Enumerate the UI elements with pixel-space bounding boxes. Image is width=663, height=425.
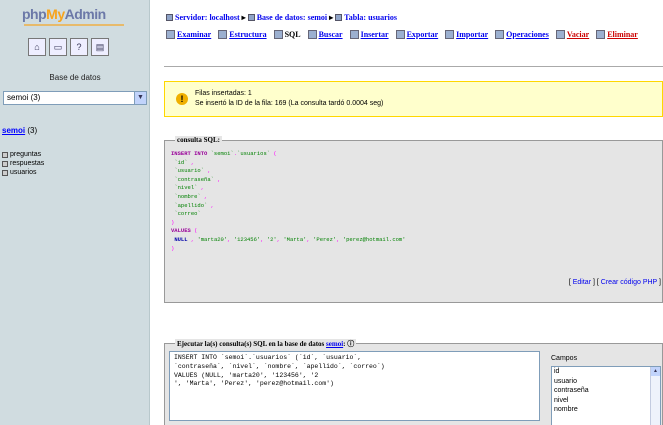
list-item[interactable]: nivel	[552, 396, 660, 406]
operations-icon	[495, 30, 505, 39]
help-icon[interactable]: ⓘ	[347, 340, 354, 348]
breadcrumb: Servidor: localhost ▸ Base de datos: sem…	[166, 13, 397, 22]
home-icon[interactable]: ⌂	[28, 38, 46, 56]
insert-icon	[349, 30, 359, 39]
breadcrumb-database[interactable]: Base de datos: semoi	[257, 13, 327, 22]
sidebar-item-label[interactable]: respuestas	[10, 159, 44, 168]
fields-scrollbar[interactable]: ▲	[650, 367, 660, 425]
breadcrumb-table[interactable]: Tabla: usuarios	[344, 13, 397, 22]
tab-buscar[interactable]: Buscar	[307, 30, 343, 39]
sidebar-item-respuestas[interactable]: respuestas	[2, 159, 44, 168]
scroll-up-icon[interactable]: ▲	[651, 367, 660, 376]
sql-box-legend: consulta SQL:	[175, 136, 222, 144]
edit-query-link[interactable]: Editar	[573, 279, 591, 286]
query-window-icon[interactable]: ▭	[49, 38, 67, 56]
sql-query-textarea[interactable]: INSERT INTO `semoi`.`usuarios` (`id`, `u…	[169, 351, 540, 421]
table-icon[interactable]	[2, 160, 8, 167]
tab-label: Buscar	[318, 30, 343, 39]
sql-action-links: [ Editar ] [ Crear código PHP ]	[568, 279, 661, 286]
table-icon[interactable]	[2, 169, 8, 176]
database-icon	[247, 14, 255, 21]
execute-sql-box: Ejecutar la(s) consulta(s) SQL en la bas…	[164, 339, 663, 425]
drop-icon	[596, 30, 606, 39]
tab-label: Eliminar	[607, 30, 638, 39]
info-icon: !	[176, 93, 188, 105]
breadcrumb-server[interactable]: Servidor: localhost	[175, 13, 240, 22]
browse-icon	[166, 30, 175, 39]
chevron-down-icon[interactable]: ▼	[134, 92, 146, 104]
tab-examinar[interactable]: Examinar	[166, 30, 211, 39]
database-name[interactable]: semoi (3)	[2, 126, 37, 135]
sql-query-box: consulta SQL: INSERT INTO `semoi`.`usuar…	[164, 136, 663, 303]
list-item[interactable]: id	[552, 367, 660, 377]
logo-php: php	[22, 6, 47, 22]
execute-sql-db-link[interactable]: semoi	[326, 340, 343, 348]
left-sidebar: phpMyAdmin ⌂ ▭ ? ▤ Base de datos semoi (…	[0, 0, 150, 425]
sidebar-item-label[interactable]: usuarios	[10, 168, 36, 177]
tab-label: Operaciones	[506, 30, 549, 39]
empty-icon	[555, 30, 565, 39]
tab-label: Examinar	[177, 30, 212, 39]
sql-icon	[273, 30, 283, 39]
breadcrumb-separator: ▸	[329, 13, 334, 22]
logo-underline	[24, 24, 124, 26]
execute-sql-legend: Ejecutar la(s) consulta(s) SQL en la bas…	[175, 339, 357, 349]
phpmyadmin-logo[interactable]: phpMyAdmin	[22, 6, 106, 22]
tab-bar: Examinar Estructura SQL Buscar Insertar …	[166, 30, 646, 39]
logo-my: My	[46, 6, 65, 22]
list-item[interactable]: usuario	[552, 377, 660, 387]
tab-eliminar[interactable]: Eliminar	[596, 30, 638, 39]
search-icon	[307, 30, 317, 39]
tab-operaciones[interactable]: Operaciones	[495, 30, 549, 39]
structure-icon	[218, 30, 228, 39]
tab-label: Vaciar	[566, 30, 590, 39]
tab-vaciar[interactable]: Vaciar	[555, 30, 590, 39]
import-icon	[445, 30, 455, 39]
tab-label: Estructura	[229, 30, 267, 39]
database-select-value: semoi (3)	[7, 93, 41, 102]
sql-query-code: INSERT INTO `semoi`.`usuarios` ( `id` , …	[171, 150, 406, 252]
execute-sql-legend-text: Ejecutar la(s) consulta(s) SQL en la bas…	[177, 340, 325, 348]
table-icon	[335, 14, 343, 21]
database-label: Base de datos	[49, 73, 101, 82]
tab-sql[interactable]: SQL	[273, 30, 301, 39]
notice-text: Filas insertadas: 1 Se insertó la ID de …	[195, 89, 383, 109]
tab-label: SQL	[284, 30, 301, 39]
docs-icon[interactable]: ▤	[91, 38, 109, 56]
export-icon	[395, 30, 405, 39]
tab-exportar[interactable]: Exportar	[395, 30, 439, 39]
fields-label: Campos	[551, 355, 578, 362]
tab-label: Importar	[456, 30, 489, 39]
create-php-code-link[interactable]: Crear código PHP	[601, 279, 657, 286]
tab-label: Exportar	[406, 30, 439, 39]
tab-label: Insertar	[360, 30, 389, 39]
notice-line-rows: Filas insertadas: 1	[195, 90, 252, 97]
tab-divider	[164, 66, 663, 67]
logo-admin: Admin	[64, 6, 107, 22]
list-item[interactable]: nombre	[552, 405, 660, 415]
fields-list[interactable]: id usuario contraseña nivel nombre ▲	[551, 366, 661, 425]
tab-estructura[interactable]: Estructura	[218, 30, 267, 39]
tab-insertar[interactable]: Insertar	[349, 30, 389, 39]
tab-importar[interactable]: Importar	[445, 30, 488, 39]
sidebar-icon-bar: ⌂ ▭ ? ▤	[28, 38, 109, 56]
sidebar-item-preguntas[interactable]: preguntas	[2, 150, 44, 159]
list-item[interactable]: contraseña	[552, 386, 660, 396]
database-name-link[interactable]: semoi	[2, 126, 25, 135]
breadcrumb-separator: ▸	[241, 13, 246, 22]
table-icon[interactable]	[2, 151, 8, 158]
server-icon	[166, 14, 173, 21]
notice-line-id: Se insertó la ID de la fila: 169 (La con…	[195, 100, 384, 107]
sidebar-item-label[interactable]: preguntas	[10, 150, 41, 159]
table-list: preguntas respuestas usuarios	[2, 150, 44, 177]
database-select[interactable]: semoi (3) ▼	[3, 91, 147, 105]
main-content: Servidor: localhost ▸ Base de datos: sem…	[158, 0, 663, 425]
success-notice: ! Filas insertadas: 1 Se insertó la ID d…	[164, 81, 663, 117]
database-table-count: (3)	[27, 126, 38, 135]
sidebar-item-usuarios[interactable]: usuarios	[2, 168, 44, 177]
sql-help-icon[interactable]: ?	[70, 38, 88, 56]
